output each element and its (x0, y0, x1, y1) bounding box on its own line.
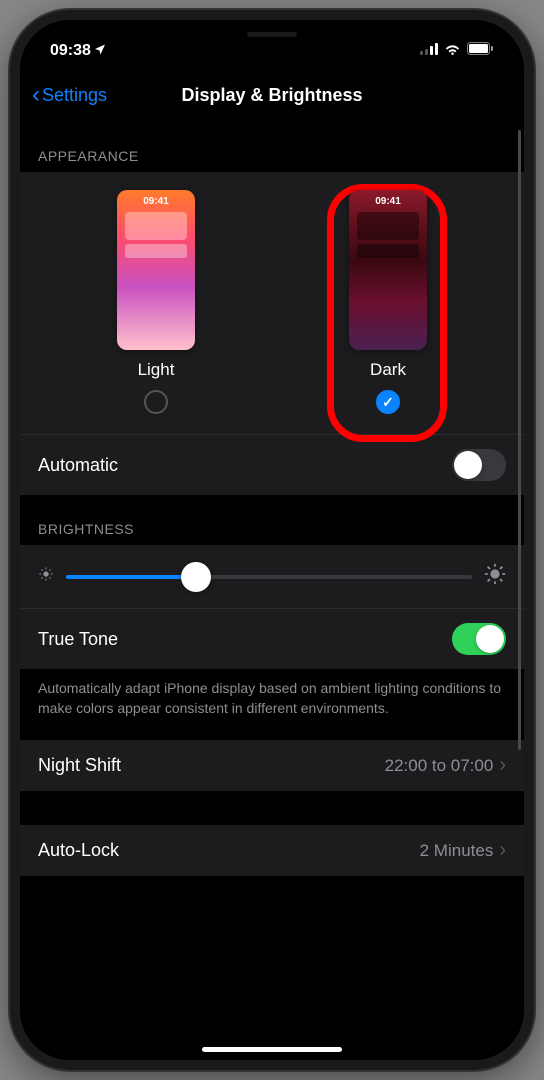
wifi-icon (444, 42, 461, 60)
dark-label: Dark (370, 360, 406, 380)
back-button[interactable]: ‹ Settings (32, 83, 107, 107)
auto-lock-value: 2 Minutes (420, 841, 494, 861)
light-label: Light (138, 360, 175, 380)
brightness-slider[interactable] (66, 575, 472, 579)
true-tone-toggle[interactable] (452, 623, 506, 655)
light-radio[interactable] (144, 390, 168, 414)
automatic-label: Automatic (38, 455, 118, 476)
appearance-option-dark[interactable]: 09:41 Dark (349, 190, 427, 414)
appearance-header: APPEARANCE (20, 122, 524, 172)
night-shift-label: Night Shift (38, 755, 121, 776)
cellular-signal-icon (420, 42, 438, 60)
sun-small-icon (38, 566, 54, 587)
chevron-right-icon: › (499, 839, 506, 862)
night-shift-row[interactable]: Night Shift 22:00 to 07:00 › (20, 740, 524, 791)
home-indicator[interactable] (202, 1047, 342, 1052)
battery-icon (467, 42, 494, 60)
appearance-card: 09:41 Light 09:41 (20, 172, 524, 495)
notch (172, 20, 372, 48)
chevron-left-icon: ‹ (32, 83, 40, 107)
night-shift-value: 22:00 to 07:00 (385, 756, 494, 776)
true-tone-row: True Tone (20, 608, 524, 669)
back-label: Settings (42, 85, 107, 106)
phone-frame: 09:38 (10, 10, 534, 1070)
true-tone-label: True Tone (38, 629, 118, 650)
content-scroll[interactable]: APPEARANCE 09:41 Light (20, 122, 524, 1060)
dark-radio[interactable] (376, 390, 400, 414)
brightness-card: True Tone (20, 545, 524, 669)
automatic-row: Automatic (20, 434, 524, 495)
dark-preview: 09:41 (349, 190, 427, 350)
nav-bar: ‹ Settings Display & Brightness (20, 68, 524, 122)
screen: 09:38 (20, 20, 524, 1060)
status-time: 09:38 (50, 42, 91, 60)
auto-lock-label: Auto-Lock (38, 840, 119, 861)
location-arrow-icon (94, 42, 106, 60)
appearance-option-light[interactable]: 09:41 Light (117, 190, 195, 414)
light-preview: 09:41 (117, 190, 195, 350)
brightness-slider-row (20, 545, 524, 608)
auto-lock-row[interactable]: Auto-Lock 2 Minutes › (20, 825, 524, 876)
chevron-right-icon: › (499, 754, 506, 777)
brightness-header: BRIGHTNESS (20, 495, 524, 545)
true-tone-footer: Automatically adapt iPhone display based… (20, 669, 524, 740)
auto-lock-card: Auto-Lock 2 Minutes › (20, 825, 524, 876)
night-shift-card: Night Shift 22:00 to 07:00 › (20, 740, 524, 791)
sun-large-icon (484, 563, 506, 590)
automatic-toggle[interactable] (452, 449, 506, 481)
